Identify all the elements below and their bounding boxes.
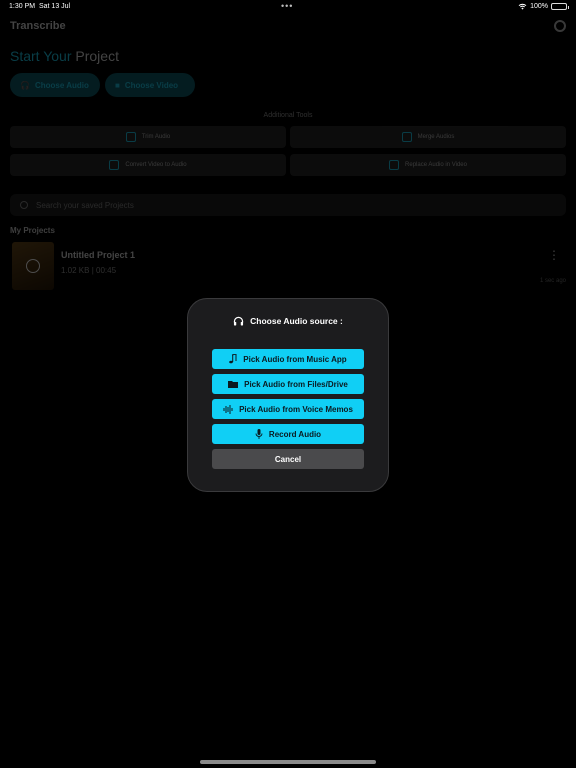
play-icon xyxy=(26,259,40,273)
project-date: 1 sec ago xyxy=(539,278,566,284)
headphones-icon xyxy=(233,316,244,326)
pick-music-app-button[interactable]: Pick Audio from Music App xyxy=(212,349,364,369)
cancel-button[interactable]: Cancel xyxy=(212,449,364,469)
trim-icon xyxy=(125,132,136,142)
dialog-title: Choose Audio source : xyxy=(250,316,343,326)
project-thumbnail[interactable] xyxy=(12,242,54,290)
merge-icon xyxy=(401,132,412,142)
video-camera-icon: ■ xyxy=(115,80,120,90)
folder-icon xyxy=(228,381,239,388)
music-note-icon xyxy=(229,354,237,364)
dialog-header: Choose Audio source : xyxy=(188,316,388,326)
more-options-icon[interactable]: ⋮ xyxy=(548,248,560,262)
additional-tools-label: Additional Tools xyxy=(263,112,313,119)
pick-voice-memos-button[interactable]: Pick Audio from Voice Memos xyxy=(212,399,364,419)
project-name[interactable]: Untitled Project 1 xyxy=(61,250,135,260)
start-project-title: Start Your Project xyxy=(10,48,119,64)
app-title: Transcribe xyxy=(10,20,66,32)
my-projects-heading: My Projects xyxy=(10,226,55,235)
home-indicator[interactable] xyxy=(200,760,376,764)
replace-icon xyxy=(389,160,400,170)
choose-audio-source-dialog: Choose Audio source : Pick Audio from Mu… xyxy=(187,298,389,492)
project-meta: 1.02 KB | 00:45 xyxy=(61,266,117,275)
convert-icon xyxy=(109,160,120,170)
settings-gear-icon[interactable] xyxy=(554,20,566,32)
headphones-icon: 🎧 xyxy=(20,80,30,90)
waveform-icon xyxy=(223,404,233,414)
tool-convert-video[interactable]: Convert Video to Audio xyxy=(10,154,286,176)
choose-video-button[interactable]: ■ Choose Video xyxy=(105,73,195,97)
choose-audio-button[interactable]: 🎧 Choose Audio xyxy=(10,73,100,97)
tool-replace-audio[interactable]: Replace Audio in Video xyxy=(290,154,566,176)
search-icon xyxy=(20,201,28,209)
pick-files-drive-button[interactable]: Pick Audio from Files/Drive xyxy=(212,374,364,394)
tool-trim-audio[interactable]: Trim Audio xyxy=(10,126,286,148)
microphone-icon xyxy=(255,429,263,439)
search-input[interactable]: Search your saved Projects xyxy=(10,194,566,216)
record-audio-button[interactable]: Record Audio xyxy=(212,424,364,444)
tool-merge-audios[interactable]: Merge Audios xyxy=(290,126,566,148)
